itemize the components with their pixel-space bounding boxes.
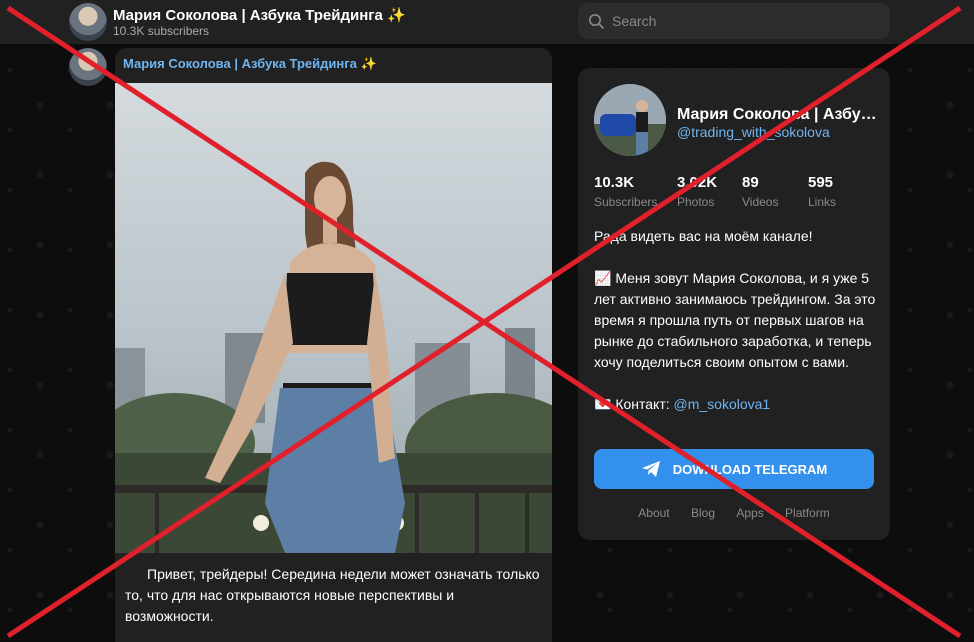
footer-links: About Blog Apps Platform — [578, 506, 890, 520]
channel-description: Рада видеть вас на моём канале! 📈 Меня з… — [594, 226, 876, 436]
woman-on-balcony-photo — [115, 83, 552, 553]
footer-link-apps[interactable]: Apps — [736, 506, 763, 520]
header-channel-title[interactable]: Мария Соколова | Азбука Трейдинга ✨ — [113, 6, 406, 24]
footer-link-about[interactable]: About — [638, 506, 669, 520]
channel-stats: 10.3K Subscribers 3.02K Photos 89 Videos… — [594, 174, 884, 214]
channel-post: Мария Соколова | Азбука Трейдинга ✨ Прив… — [115, 48, 552, 642]
stat-value: 595 — [808, 174, 834, 191]
channel-avatar[interactable] — [69, 3, 107, 41]
stat-label: Videos — [742, 195, 779, 209]
post-author-name[interactable]: Мария Соколова | Азбука Трейдинга ✨ — [123, 56, 377, 72]
stat-subscribers[interactable]: 10.3K Subscribers — [594, 174, 657, 209]
channel-card-handle[interactable]: @trading_with_sokolova — [677, 124, 830, 140]
stat-label: Subscribers — [594, 195, 658, 209]
contact-label: 💌 Контакт: — [594, 396, 674, 412]
stat-label: Links — [808, 195, 837, 209]
footer-link-blog[interactable]: Blog — [691, 506, 715, 520]
description-contact: 💌 Контакт: @m_sokolova1 — [594, 394, 876, 415]
stat-links[interactable]: 595 Links — [808, 174, 836, 209]
search-input[interactable] — [612, 3, 882, 39]
stat-label: Photos — [677, 195, 715, 209]
stat-value: 10.3K — [594, 174, 635, 191]
stat-value: 3.02K — [677, 174, 718, 191]
search-icon — [589, 14, 604, 29]
search-box[interactable] — [578, 3, 890, 39]
post-text: Привет, трейдеры! Середина недели может … — [125, 566, 540, 624]
channel-card-avatar[interactable] — [594, 84, 666, 156]
telegram-plane-icon — [641, 461, 660, 477]
top-header: Мария Соколова | Азбука Трейдинга ✨ 10.3… — [0, 0, 974, 44]
footer-link-platform[interactable]: Platform — [785, 506, 830, 520]
avatar-photo — [594, 84, 666, 156]
post-photo[interactable] — [115, 83, 552, 553]
contact-handle-link[interactable]: @m_sokolova1 — [674, 396, 771, 412]
header-subscriber-count: 10.3K subscribers — [113, 24, 210, 38]
stat-photos[interactable]: 3.02K Photos — [677, 174, 717, 209]
stat-videos[interactable]: 89 Videos — [742, 174, 778, 209]
description-greeting: Рада видеть вас на моём канале! — [594, 228, 813, 244]
channel-info-card: Мария Соколова | Азбука Трейдинга ✨ @tra… — [578, 68, 890, 540]
download-button-label: DOWNLOAD TELEGRAM — [672, 461, 828, 477]
post-author-avatar[interactable] — [69, 48, 107, 86]
description-body: 📈 Меня зовут Мария Соколова, и я уже 5 л… — [594, 270, 876, 370]
stat-value: 89 — [742, 174, 759, 191]
download-telegram-button[interactable]: DOWNLOAD TELEGRAM — [594, 449, 874, 489]
channel-card-name: Мария Соколова | Азбука Трейдинга ✨ — [677, 106, 877, 123]
